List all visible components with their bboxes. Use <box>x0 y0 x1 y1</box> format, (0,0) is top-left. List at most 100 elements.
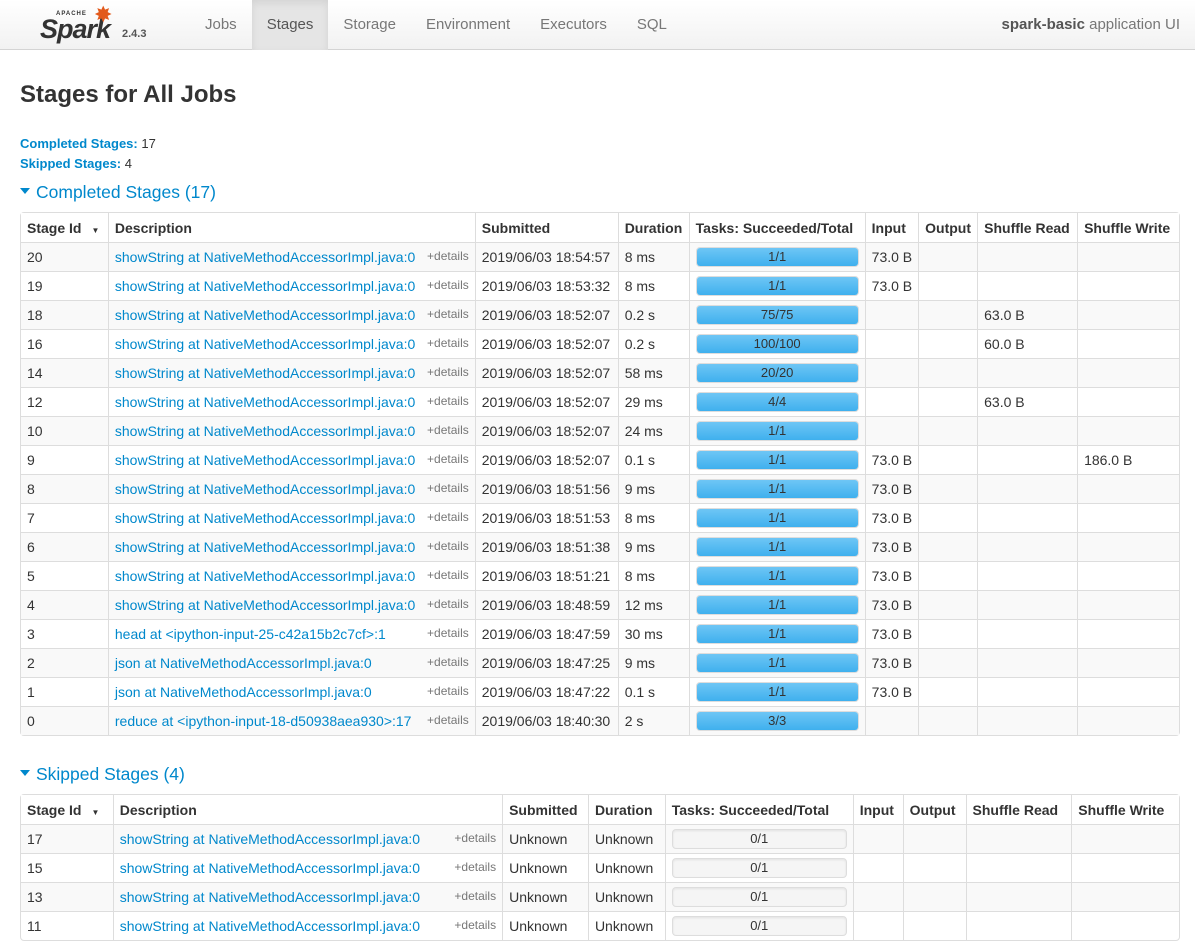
details-toggle[interactable]: +details <box>427 417 469 444</box>
table-row: 17 showString at NativeMethodAccessorImpl… <box>21 824 1179 853</box>
spark-logo[interactable]: APACHE Spark ✸ 2.4.3 <box>40 2 160 48</box>
submitted-cell: Unknown <box>502 882 588 911</box>
header-shuffle-write[interactable]: Shuffle Write <box>1077 213 1179 242</box>
details-toggle[interactable]: +details <box>454 854 496 881</box>
details-toggle[interactable]: +details <box>454 883 496 910</box>
stage-id-cell: 3 <box>21 619 108 648</box>
stage-description-link[interactable]: showString at NativeMethodAccessorImpl.j… <box>115 394 415 410</box>
header-submitted[interactable]: Submitted <box>502 795 588 824</box>
stage-description-link[interactable]: showString at NativeMethodAccessorImpl.j… <box>115 452 415 468</box>
stage-description-link[interactable]: showString at NativeMethodAccessorImpl.j… <box>115 597 415 613</box>
stage-description-link[interactable]: showString at NativeMethodAccessorImpl.j… <box>115 278 415 294</box>
input-cell: 73.0 B <box>864 648 919 677</box>
header-duration[interactable]: Duration <box>587 795 665 824</box>
details-toggle[interactable]: +details <box>427 649 469 676</box>
tab-environment[interactable]: Environment <box>411 0 525 50</box>
output-cell <box>918 300 978 329</box>
stage-description-link[interactable]: showString at NativeMethodAccessorImpl.j… <box>115 307 415 323</box>
shuffle-write-cell <box>1071 882 1179 911</box>
header-tasks[interactable]: Tasks: Succeeded/Total <box>664 795 853 824</box>
details-toggle[interactable]: +details <box>427 620 469 647</box>
details-toggle[interactable]: +details <box>427 330 469 357</box>
details-toggle[interactable]: +details <box>427 678 469 705</box>
header-input[interactable]: Input <box>864 213 919 242</box>
header-tasks[interactable]: Tasks: Succeeded/Total <box>688 213 865 242</box>
stage-description-link[interactable]: showString at NativeMethodAccessorImpl.j… <box>120 831 420 847</box>
header-stage-id[interactable]: Stage Id ▼ <box>21 795 113 824</box>
header-input[interactable]: Input <box>852 795 903 824</box>
description-cell: showString at NativeMethodAccessorImpl.j… <box>107 416 475 445</box>
tab-executors[interactable]: Executors <box>525 0 622 50</box>
submitted-cell: 2019/06/03 18:40:30 <box>474 706 618 735</box>
input-cell: 73.0 B <box>864 532 919 561</box>
stage-description-link[interactable]: reduce at <ipython-input-18-d50938aea930… <box>115 713 412 729</box>
shuffle-write-cell <box>1077 706 1179 735</box>
details-toggle[interactable]: +details <box>427 301 469 328</box>
stage-description-link[interactable]: showString at NativeMethodAccessorImpl.j… <box>120 860 420 876</box>
header-shuffle-read[interactable]: Shuffle Read <box>977 213 1078 242</box>
stage-id-cell: 1 <box>21 677 108 706</box>
completed-stages-toggle[interactable]: Completed Stages (17) <box>20 180 1180 204</box>
details-toggle[interactable]: +details <box>427 388 469 415</box>
stage-description-link[interactable]: showString at NativeMethodAccessorImpl.j… <box>115 336 415 352</box>
stage-description-link[interactable]: showString at NativeMethodAccessorImpl.j… <box>115 365 415 381</box>
header-output[interactable]: Output <box>918 213 978 242</box>
details-toggle[interactable]: +details <box>427 243 469 270</box>
table-row: 6 showString at NativeMethodAccessorImpl.… <box>21 532 1179 561</box>
stage-description-link[interactable]: json at NativeMethodAccessorImpl.java:0 <box>115 684 372 700</box>
duration-cell: 8 ms <box>617 242 689 271</box>
details-toggle[interactable]: +details <box>427 562 469 589</box>
details-toggle[interactable]: +details <box>427 272 469 299</box>
header-duration[interactable]: Duration <box>617 213 689 242</box>
header-shuffle-write[interactable]: Shuffle Write <box>1071 795 1179 824</box>
tab-stages[interactable]: Stages <box>251 0 329 50</box>
tasks-progress-bar: 75/75 <box>695 305 859 325</box>
details-toggle[interactable]: +details <box>427 591 469 618</box>
header-description[interactable]: Description <box>112 795 503 824</box>
details-toggle[interactable]: +details <box>427 475 469 502</box>
stage-description-link[interactable]: showString at NativeMethodAccessorImpl.j… <box>115 481 415 497</box>
header-description[interactable]: Description <box>107 213 475 242</box>
description-cell: showString at NativeMethodAccessorImpl.j… <box>107 561 475 590</box>
header-submitted[interactable]: Submitted <box>474 213 618 242</box>
app-suffix: application UI <box>1084 16 1180 33</box>
duration-cell: 9 ms <box>617 532 689 561</box>
stage-description-link[interactable]: showString at NativeMethodAccessorImpl.j… <box>115 510 415 526</box>
stage-description-link[interactable]: showString at NativeMethodAccessorImpl.j… <box>115 249 415 265</box>
output-cell <box>918 416 978 445</box>
details-toggle[interactable]: +details <box>427 504 469 531</box>
stage-description-link[interactable]: showString at NativeMethodAccessorImpl.j… <box>115 568 415 584</box>
completed-stages-link[interactable]: Completed Stages: <box>20 136 138 151</box>
output-cell <box>918 503 978 532</box>
details-toggle[interactable]: +details <box>427 533 469 560</box>
tasks-cell: 0/1 <box>664 853 853 882</box>
header-label: Submitted <box>481 219 551 236</box>
tab-storage[interactable]: Storage <box>328 0 411 50</box>
stage-description-link[interactable]: showString at NativeMethodAccessorImpl.j… <box>120 918 420 934</box>
details-toggle[interactable]: +details <box>427 707 469 734</box>
header-stage-id[interactable]: Stage Id ▼ <box>21 213 108 242</box>
details-toggle[interactable]: +details <box>454 912 496 939</box>
stage-description-link[interactable]: showString at NativeMethodAccessorImpl.j… <box>115 423 415 439</box>
tab-jobs[interactable]: Jobs <box>190 0 252 50</box>
details-toggle[interactable]: +details <box>427 446 469 473</box>
stage-description-link[interactable]: head at <ipython-input-25-c42a15b2c7cf>:… <box>115 626 386 642</box>
skipped-stages-link[interactable]: Skipped Stages: <box>20 156 121 171</box>
header-output[interactable]: Output <box>902 795 966 824</box>
header-shuffle-read[interactable]: Shuffle Read <box>965 795 1072 824</box>
duration-cell: 9 ms <box>617 474 689 503</box>
output-cell <box>902 824 966 853</box>
stage-description-link[interactable]: showString at NativeMethodAccessorImpl.j… <box>120 889 420 905</box>
input-cell: 73.0 B <box>864 445 919 474</box>
details-toggle[interactable]: +details <box>454 825 496 852</box>
description-cell: head at <ipython-input-25-c42a15b2c7cf>:… <box>107 619 475 648</box>
stage-description-link[interactable]: json at NativeMethodAccessorImpl.java:0 <box>115 655 372 671</box>
tasks-cell: 1/1 <box>688 474 865 503</box>
tab-sql[interactable]: SQL <box>622 0 682 50</box>
tasks-cell: 1/1 <box>688 271 865 300</box>
output-cell <box>918 358 978 387</box>
stage-description-link[interactable]: showString at NativeMethodAccessorImpl.j… <box>115 539 415 555</box>
details-toggle[interactable]: +details <box>427 359 469 386</box>
skipped-stages-toggle[interactable]: Skipped Stages (4) <box>20 762 1180 786</box>
spark-version: 2.4.3 <box>122 28 147 40</box>
